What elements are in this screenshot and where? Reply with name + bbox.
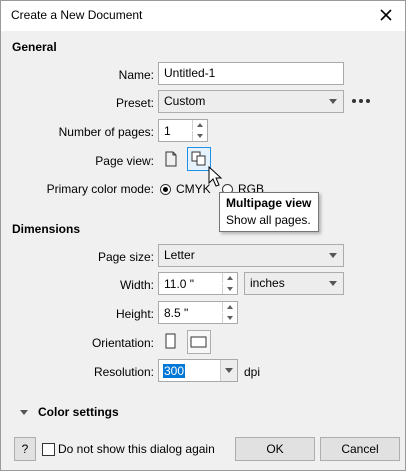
width-label: Width: <box>119 278 154 292</box>
general-heading: General <box>12 40 57 54</box>
single-page-view-icon[interactable] <box>163 149 179 169</box>
landscape-button[interactable] <box>187 330 211 354</box>
pageview-label: Page view: <box>95 154 154 168</box>
pagesize-select[interactable]: Letter <box>158 244 344 267</box>
color-settings-label: Color settings <box>38 405 119 419</box>
name-label: Name: <box>118 68 154 82</box>
chevron-down-icon <box>329 99 337 104</box>
stepper-up-icon[interactable] <box>192 120 207 130</box>
colormode-label: Primary color mode: <box>46 182 154 196</box>
pagesize-value: Letter <box>164 248 195 262</box>
pages-label: Number of pages: <box>58 125 154 139</box>
units-value: inches <box>250 276 285 290</box>
stepper-up-icon[interactable] <box>222 302 237 312</box>
close-icon[interactable] <box>375 4 397 26</box>
cmyk-label: CMYK <box>176 182 211 196</box>
chevron-down-icon <box>225 368 233 373</box>
more-options-icon[interactable] <box>350 94 372 108</box>
units-select[interactable]: inches <box>244 272 344 295</box>
stepper-down-icon[interactable] <box>222 313 237 323</box>
title-bar: Create a New Document <box>1 1 405 31</box>
stepper-down-icon[interactable] <box>222 284 237 294</box>
multipage-tooltip: Multipage view Show all pages. <box>219 192 319 232</box>
new-document-dialog: Create a New Document General Name: Unti… <box>0 0 406 471</box>
height-stepper[interactable]: 8.5 " <box>158 301 238 324</box>
resolution-dropdown[interactable] <box>220 360 237 381</box>
pages-stepper[interactable]: 1 <box>158 119 208 142</box>
ok-button[interactable]: OK <box>235 437 315 461</box>
help-button[interactable]: ? <box>14 437 36 461</box>
height-label: Height: <box>115 307 154 321</box>
width-stepper[interactable]: 11.0 " <box>158 272 238 295</box>
color-settings-toggle[interactable]: Color settings <box>17 405 157 421</box>
pagesize-label: Page size: <box>97 250 154 264</box>
orientation-label: Orientation: <box>91 336 154 350</box>
resolution-unit: dpi <box>244 365 261 379</box>
dont-show-label: Do not show this dialog again <box>58 442 215 456</box>
preset-label: Preset: <box>115 96 154 110</box>
cancel-button[interactable]: Cancel <box>320 437 400 461</box>
dialog-title: Create a New Document <box>11 8 143 22</box>
stepper-up-icon[interactable] <box>222 273 237 283</box>
preset-value: Custom <box>164 94 206 108</box>
portrait-icon[interactable] <box>163 332 179 352</box>
resolution-select[interactable]: 300 <box>158 359 238 382</box>
tooltip-title: Multipage view <box>226 196 312 210</box>
preset-select[interactable]: Custom <box>158 90 344 113</box>
chevron-down-icon <box>329 281 337 286</box>
dimensions-heading: Dimensions <box>12 222 81 236</box>
mouse-cursor-icon <box>208 165 223 187</box>
tooltip-text: Show all pages. <box>226 213 311 227</box>
chevron-down-icon <box>329 253 337 258</box>
chevron-down-icon <box>20 410 28 415</box>
pages-value: 1 <box>164 124 171 138</box>
height-value: 8.5 " <box>164 306 189 320</box>
name-input[interactable]: Untitled-1 <box>158 62 344 85</box>
cmyk-radio[interactable] <box>160 184 171 195</box>
landscape-icon <box>190 336 207 348</box>
stepper-down-icon[interactable] <box>192 131 207 141</box>
width-value: 11.0 " <box>164 277 195 291</box>
dont-show-checkbox[interactable] <box>42 443 55 456</box>
resolution-label: Resolution: <box>93 365 154 379</box>
resolution-value: 300 <box>163 364 186 378</box>
